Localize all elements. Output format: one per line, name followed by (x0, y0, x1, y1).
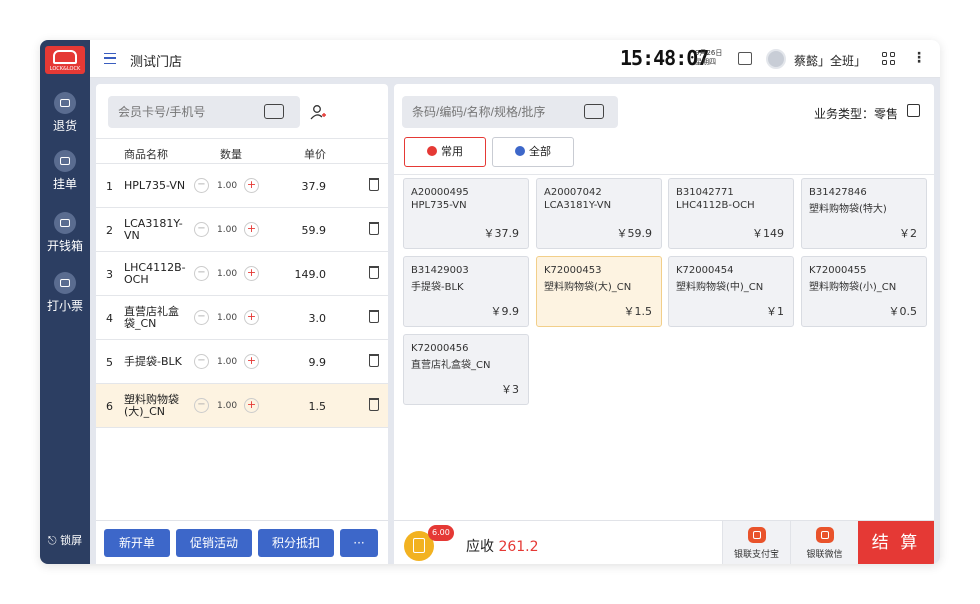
store-name: 测试门店 (130, 55, 183, 70)
new-order-button[interactable]: 新开单 (104, 529, 170, 557)
print-receipt-icon (54, 272, 76, 294)
trash-icon[interactable] (369, 178, 379, 191)
qty-minus-button[interactable]: − (194, 354, 209, 369)
qty-plus-button[interactable]: + (244, 178, 259, 193)
qty-minus-button[interactable]: − (194, 310, 209, 325)
product-card[interactable]: K72000455 塑料购物袋(小)_CN ￥0.5 (801, 256, 927, 327)
qty-plus-button[interactable]: + (244, 354, 259, 369)
product-card[interactable]: A20007042 LCA3181Y-VN ￥59.9 (536, 178, 662, 249)
qty-minus-button[interactable]: − (194, 398, 209, 413)
sidebar-item-hold[interactable]: 挂单 (40, 150, 90, 192)
product-card[interactable]: B31429003 手提袋-BLK ￥9.9 (403, 256, 529, 327)
keyboard-icon[interactable] (264, 104, 284, 119)
trash-icon[interactable] (369, 398, 379, 411)
discount-badge: 6.00 (428, 525, 454, 541)
qty-plus-button[interactable]: + (244, 310, 259, 325)
cart-panel: 商品名称 数量 单价 1 HPL735-VN − 1.00 + 37.9 2 L… (96, 84, 388, 564)
unionpay-alipay-button[interactable]: 银联支付宝 (722, 521, 790, 564)
sidebar-item-label: 挂单 (52, 177, 77, 191)
apps-grid-icon[interactable] (882, 52, 896, 66)
grid-icon (515, 146, 525, 156)
trash-icon[interactable] (369, 354, 379, 367)
cash-drawer-icon (54, 212, 76, 234)
avatar[interactable] (766, 49, 786, 69)
sidebar-item-label: 开钱箱 (46, 239, 83, 253)
points-deduction-button[interactable]: 积分抵扣 (258, 529, 334, 557)
lock-label: 锁屏 (60, 534, 83, 547)
cart-row[interactable]: 2 LCA3181Y-VN − 1.00 + 59.9 (96, 208, 388, 252)
user-shift-label: 蔡懿」全班」 (794, 54, 867, 68)
product-card[interactable]: K72000456 直营店礼盒袋_CN ￥3 (403, 334, 529, 405)
product-card[interactable]: B31042771 LHC4112B-OCH ￥149 (668, 178, 794, 249)
tab-common[interactable]: 常用 (404, 137, 486, 167)
top-bar: 测试门店 15:48:07 9月26日 星期四 蔡懿」全班」 ⋮ (90, 40, 940, 78)
cart-footer: 新开单 促销活动 积分抵扣 ··· (96, 520, 388, 564)
business-type-label: 业务类型：零售 (813, 107, 898, 121)
qty-plus-button[interactable]: + (244, 266, 259, 281)
sidebar-item-cash-drawer[interactable]: 开钱箱 (40, 212, 90, 254)
lock-icon: ⎋ (47, 534, 57, 547)
product-card[interactable]: A20000495 HPL735-VN ￥37.9 (403, 178, 529, 249)
sidebar-item-return[interactable]: 退货 (40, 92, 90, 134)
wallet-icon (747, 527, 766, 543)
payment-bar: 6.00 应收 261.2 银联支付宝 银联微信 结 算 (394, 520, 934, 564)
qty-plus-button[interactable]: + (244, 398, 259, 413)
trash-icon[interactable] (369, 310, 379, 323)
more-vertical-icon[interactable]: ⋮ (912, 50, 926, 66)
qty-minus-button[interactable]: − (194, 178, 209, 193)
heart-icon (427, 146, 437, 156)
menu-icon[interactable] (104, 53, 116, 64)
tab-all[interactable]: 全部 (492, 137, 574, 167)
cart-table-header: 商品名称 数量 单价 (96, 138, 388, 164)
keyboard-icon[interactable] (584, 104, 604, 119)
product-panel: 业务类型：零售 常用 全部 A20000495 HPL735-VN ￥37.9 … (394, 84, 934, 564)
divider (394, 174, 934, 175)
hold-order-icon (54, 150, 76, 172)
printer-icon[interactable] (738, 52, 752, 65)
sidebar-item-label: 打小票 (46, 299, 83, 313)
more-actions-button[interactable]: ··· (340, 529, 378, 557)
date: 9月26日 星期四 (695, 49, 723, 66)
product-card[interactable]: K72000454 塑料购物袋(中)_CN ￥1 (668, 256, 794, 327)
unionpay-wechat-button[interactable]: 银联微信 (790, 521, 858, 564)
lock-screen-button[interactable]: ⎋ 锁屏 (40, 532, 90, 548)
return-icon (54, 92, 76, 114)
sidebar: LOCK&LOCK 退货 挂单 开钱箱 打小票 ⎋ 锁屏 (40, 40, 90, 564)
trash-icon[interactable] (369, 266, 379, 279)
promotion-button[interactable]: 促销活动 (176, 529, 252, 557)
trash-icon[interactable] (369, 222, 379, 235)
qty-minus-button[interactable]: − (194, 266, 209, 281)
wallet-icon (815, 527, 834, 543)
qty-plus-button[interactable]: + (244, 222, 259, 237)
edit-icon[interactable] (907, 104, 920, 117)
cart-row[interactable]: 3 LHC4112B-OCH − 1.00 + 149.0 (96, 252, 388, 296)
brand-logo: LOCK&LOCK (45, 46, 85, 74)
cart-row[interactable]: 1 HPL735-VN − 1.00 + 37.9 (96, 164, 388, 208)
qty-minus-button[interactable]: − (194, 222, 209, 237)
cart-row[interactable]: 5 手提袋-BLK − 1.00 + 9.9 (96, 340, 388, 384)
add-member-icon[interactable] (310, 104, 326, 120)
product-card[interactable]: B31427846 塑料购物袋(特大) ￥2 (801, 178, 927, 249)
sidebar-item-print[interactable]: 打小票 (40, 272, 90, 314)
product-card-selected[interactable]: K72000453 塑料购物袋(大)_CN ￥1.5 (536, 256, 662, 327)
amount-due: 应收 261.2 (466, 539, 539, 555)
sidebar-item-label: 退货 (52, 119, 77, 133)
cart-row-selected[interactable]: 6 塑料购物袋(大)_CN − 1.00 + 1.5 (96, 384, 388, 428)
checkout-button[interactable]: 结 算 (858, 521, 934, 564)
cart-row[interactable]: 4 直营店礼盒袋_CN − 1.00 + 3.0 (96, 296, 388, 340)
pos-window: LOCK&LOCK 退货 挂单 开钱箱 打小票 ⎋ 锁屏 测试门店 15:48:… (40, 40, 940, 564)
